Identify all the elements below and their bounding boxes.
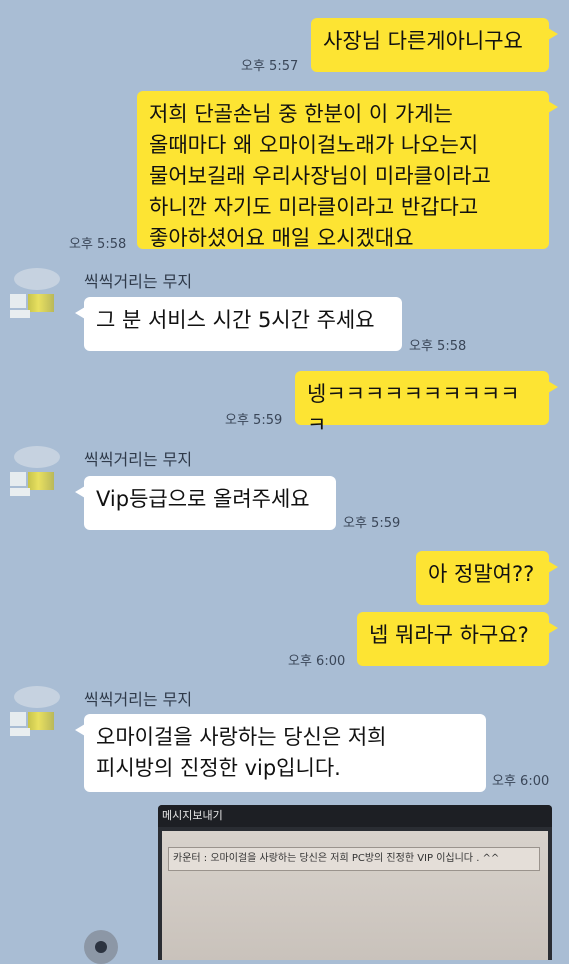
message-time: 오후 5:59 [343, 516, 401, 531]
message-bubble[interactable]: 저희 단골손님 중 한분이 이 가게는 올때마다 왜 오마이걸노래가 나오는지 … [137, 91, 558, 250]
avatar[interactable] [10, 268, 68, 326]
message-text: 아 정말여?? [428, 562, 535, 586]
message-time: 오후 6:00 [492, 774, 550, 789]
message-time: 오후 6:00 [288, 654, 346, 669]
message-line: 저희 단골손님 중 한분이 이 가게는 [149, 102, 453, 126]
message-bubble[interactable]: 사장님 다른게아니구요 [311, 18, 558, 72]
sender-name: 씩씩거리는 무지 [84, 690, 193, 709]
message-bubble[interactable]: 아 정말여?? [416, 551, 558, 605]
message-line: 좋아하셨어요 매일 오시겠대요 [149, 226, 414, 250]
message-time: 오후 5:58 [69, 237, 127, 252]
photo-screen: 카운터 : 오마이걸을 사랑하는 당신은 저희 PC방의 진정한 VIP 이십니… [162, 831, 548, 960]
message-text: 넹ㅋㅋㅋㅋㅋㅋㅋㅋㅋㅋㅋ [307, 382, 520, 437]
message-line: 올때마다 왜 오마이걸노래가 나오는지 [149, 133, 479, 157]
avatar[interactable] [10, 446, 68, 504]
sender-name: 씩씩거리는 무지 [84, 450, 193, 469]
message-bubble[interactable]: 그 분 서비스 시간 5시간 주세요 [75, 297, 402, 351]
message-bubble[interactable]: 넹ㅋㅋㅋㅋㅋㅋㅋㅋㅋㅋㅋ [295, 371, 558, 437]
message-text: Vip등급으로 올려주세요 [96, 487, 310, 511]
message-text: 사장님 다른게아니구요 [323, 29, 523, 53]
sender-name: 씩씩거리는 무지 [84, 272, 193, 291]
message-bubble[interactable]: Vip등급으로 올려주세요 [75, 476, 336, 530]
message-line: 하니깐 자기도 미라클이라고 반갑다고 [149, 195, 479, 219]
photo-window-title: 메시지보내기 [158, 805, 552, 827]
scroll-button[interactable] [84, 930, 118, 964]
message-bubble[interactable]: 넵 뭐라구 하구요? [357, 612, 558, 666]
message-line: 피시방의 진정한 vip입니다. [96, 756, 341, 780]
avatar[interactable] [10, 686, 68, 744]
photo-message-text: 카운터 : 오마이걸을 사랑하는 당신은 저희 PC방의 진정한 VIP 이십니… [168, 847, 540, 871]
message-time: 오후 5:59 [225, 413, 283, 428]
photo-message[interactable]: 메시지보내기 카운터 : 오마이걸을 사랑하는 당신은 저희 PC방의 진정한 … [158, 805, 552, 960]
message-text: 그 분 서비스 시간 5시간 주세요 [96, 308, 375, 332]
message-line: 오마이걸을 사랑하는 당신은 저희 [96, 725, 387, 749]
message-line: 물어보길래 우리사장님이 미라클이라고 [149, 164, 491, 188]
message-bubble[interactable]: 오마이걸을 사랑하는 당신은 저희 피시방의 진정한 vip입니다. [75, 714, 486, 792]
message-time: 오후 5:58 [409, 339, 467, 354]
message-text: 넵 뭐라구 하구요? [369, 623, 529, 647]
message-time: 오후 5:57 [241, 59, 299, 74]
